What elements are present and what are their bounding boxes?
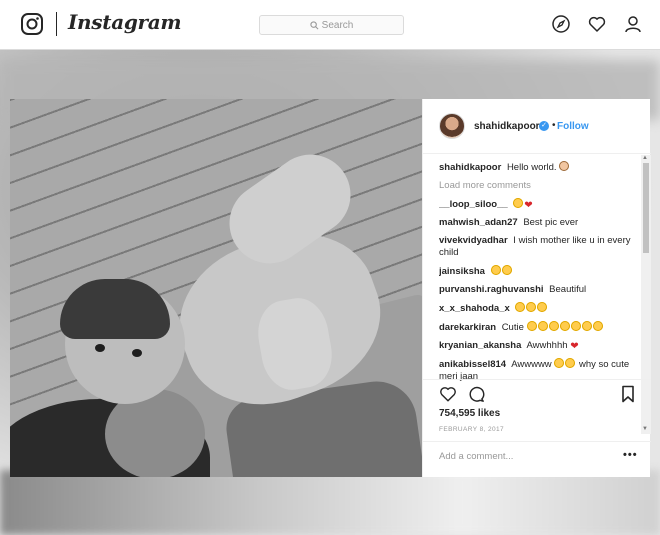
kiss-emoji-icon: [592, 321, 603, 331]
add-comment-input[interactable]: Add a comment...: [439, 451, 513, 462]
search-input[interactable]: Search: [259, 15, 404, 35]
comment-username[interactable]: mahwish_adan27: [439, 217, 518, 228]
kiss-emoji-icon: [548, 321, 559, 331]
comment-username[interactable]: x_x_shahoda_x: [439, 303, 510, 314]
instagram-camera-icon[interactable]: [20, 12, 44, 36]
heart-eyes-emoji-icon: [515, 302, 526, 312]
avatar[interactable]: [439, 113, 465, 139]
list-item: mahwish_adan27 Best pic ever: [439, 217, 635, 229]
list-item: jainsiksha: [439, 265, 635, 278]
heart-eyes-emoji-icon: [513, 198, 524, 208]
search-placeholder: Search: [321, 19, 354, 31]
list-item: darekarkiran Cutie: [439, 321, 635, 334]
heart-eyes-emoji-icon: [537, 302, 548, 312]
baby-emoji-icon: [559, 161, 570, 171]
comment-text: Hello world.: [506, 162, 557, 173]
scrollbar-thumb[interactable]: [643, 163, 649, 253]
comment-username[interactable]: jainsiksha: [439, 266, 485, 277]
verified-badge-icon: ✓: [539, 121, 549, 131]
post-date[interactable]: FEBRUARY 8, 2017: [439, 426, 504, 433]
compass-icon[interactable]: [551, 14, 571, 34]
comment-username[interactable]: __loop_siloo__: [439, 199, 508, 210]
comment-username[interactable]: kryanian_akansha: [439, 340, 521, 351]
comment-username[interactable]: purvanshi.raghuvanshi: [439, 284, 544, 295]
post-photo[interactable]: [10, 99, 422, 477]
baby-eye-right: [132, 349, 142, 357]
post-author-username[interactable]: shahidkapoor: [474, 121, 540, 132]
kiss-emoji-icon: [570, 321, 581, 331]
smile-emoji-icon: [554, 358, 565, 368]
list-item: kryanian_akansha Awwhhhh ❤: [439, 340, 635, 352]
separator-dot: •: [552, 120, 556, 131]
kiss-emoji-icon: [559, 321, 570, 331]
comment-speech-bubble-icon[interactable]: [467, 385, 485, 403]
action-bar-divider: [423, 379, 651, 380]
top-navigation-bar: Instagram Search: [0, 0, 660, 50]
caption: shahidkapoor Hello world.: [439, 161, 635, 174]
comment-text: Awwhhhh: [526, 340, 568, 351]
list-item: x_x_shahoda_x: [439, 302, 635, 315]
heart-emoji-icon: ❤: [570, 341, 579, 352]
comment-text: Beautiful: [549, 284, 587, 295]
comment-text: Best pic ever: [523, 217, 579, 228]
comment-username[interactable]: shahidkapoor: [439, 162, 501, 173]
logo-divider: [56, 12, 57, 36]
heart-eyes-emoji-icon: [501, 265, 512, 275]
search-icon: [310, 20, 319, 29]
list-item: vivekvidyadhar I wish mother like u in e…: [439, 235, 635, 259]
like-heart-outline-icon[interactable]: [439, 385, 457, 403]
comment-username[interactable]: vivekvidyadhar: [439, 235, 508, 246]
kiss-emoji-icon: [526, 321, 537, 331]
person-icon[interactable]: [623, 14, 643, 34]
baby-eye-left: [95, 344, 105, 352]
kiss-emoji-icon: [537, 321, 548, 331]
kiss-emoji-icon: [581, 321, 592, 331]
load-more-comments-button[interactable]: Load more comments: [439, 180, 635, 192]
heart-emoji-icon: ❤: [524, 200, 533, 211]
background-blur-band-bottom: [0, 470, 660, 535]
follow-button[interactable]: Follow: [557, 121, 589, 132]
list-item: purvanshi.raghuvanshi Beautiful: [439, 284, 635, 296]
like-count[interactable]: 754,595 likes: [439, 408, 500, 419]
comment-username[interactable]: darekarkiran: [439, 322, 496, 333]
heart-eyes-emoji-icon: [526, 302, 537, 312]
heart-eyes-emoji-icon: [490, 265, 501, 275]
brand-wordmark[interactable]: Instagram: [68, 10, 182, 34]
smile-emoji-icon: [565, 358, 576, 368]
scroll-down-arrow-icon[interactable]: ▼: [642, 426, 648, 432]
more-options-button[interactable]: •••: [623, 449, 638, 461]
heart-icon[interactable]: [587, 14, 607, 34]
list-item: __loop_siloo__ ❤: [439, 198, 635, 211]
comment-username[interactable]: anikabissel814: [439, 359, 506, 370]
bookmark-icon[interactable]: [621, 385, 635, 403]
comment-text: Cutie: [501, 322, 524, 333]
scroll-up-arrow-icon[interactable]: ▲: [642, 155, 648, 161]
post-side-panel: shahidkapoor ✓ • Follow shahidkapoor Hel…: [422, 99, 651, 477]
post-header: shahidkapoor ✓ • Follow: [423, 99, 651, 154]
comment-text: Awwwww: [511, 359, 552, 370]
